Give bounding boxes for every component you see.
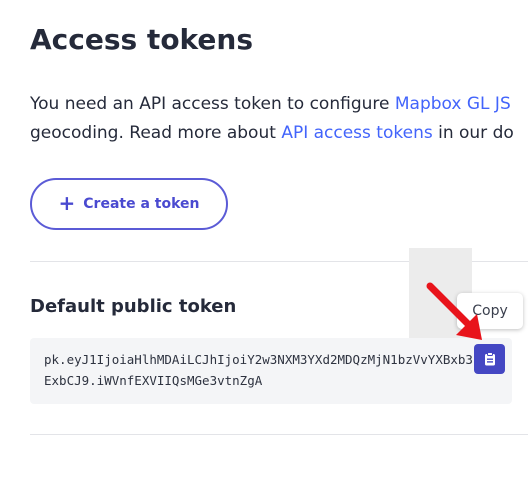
intro-text-2: geocoding. Read more about: [30, 123, 282, 143]
intro-text-3: in our do: [432, 123, 514, 143]
copy-token-button[interactable]: [474, 344, 505, 374]
page-title: Access tokens: [30, 23, 254, 56]
token-box: pk.eyJ1IjoiaHlhMDAiLCJhIjoiY2w3NXM3YXd2M…: [30, 338, 512, 404]
access-tokens-page: Access tokens You need an API access tok…: [0, 0, 528, 478]
copy-tooltip: Copy: [457, 293, 523, 329]
mapbox-gl-js-link[interactable]: Mapbox GL JS: [395, 94, 511, 114]
api-access-tokens-link[interactable]: API access tokens: [281, 123, 432, 143]
intro-paragraph: You need an API access token to configur…: [30, 90, 528, 148]
token-value[interactable]: pk.eyJ1IjoiaHlhMDAiLCJhIjoiY2w3NXM3YXd2M…: [44, 349, 474, 391]
divider-bottom: [30, 434, 528, 435]
create-token-button[interactable]: + Create a token: [30, 178, 228, 230]
create-token-label: Create a token: [83, 196, 200, 212]
clipboard-icon: [484, 352, 495, 366]
intro-text: You need an API access token to configur…: [30, 94, 395, 114]
default-token-label: Default public token: [30, 296, 237, 317]
plus-icon: +: [58, 191, 76, 215]
